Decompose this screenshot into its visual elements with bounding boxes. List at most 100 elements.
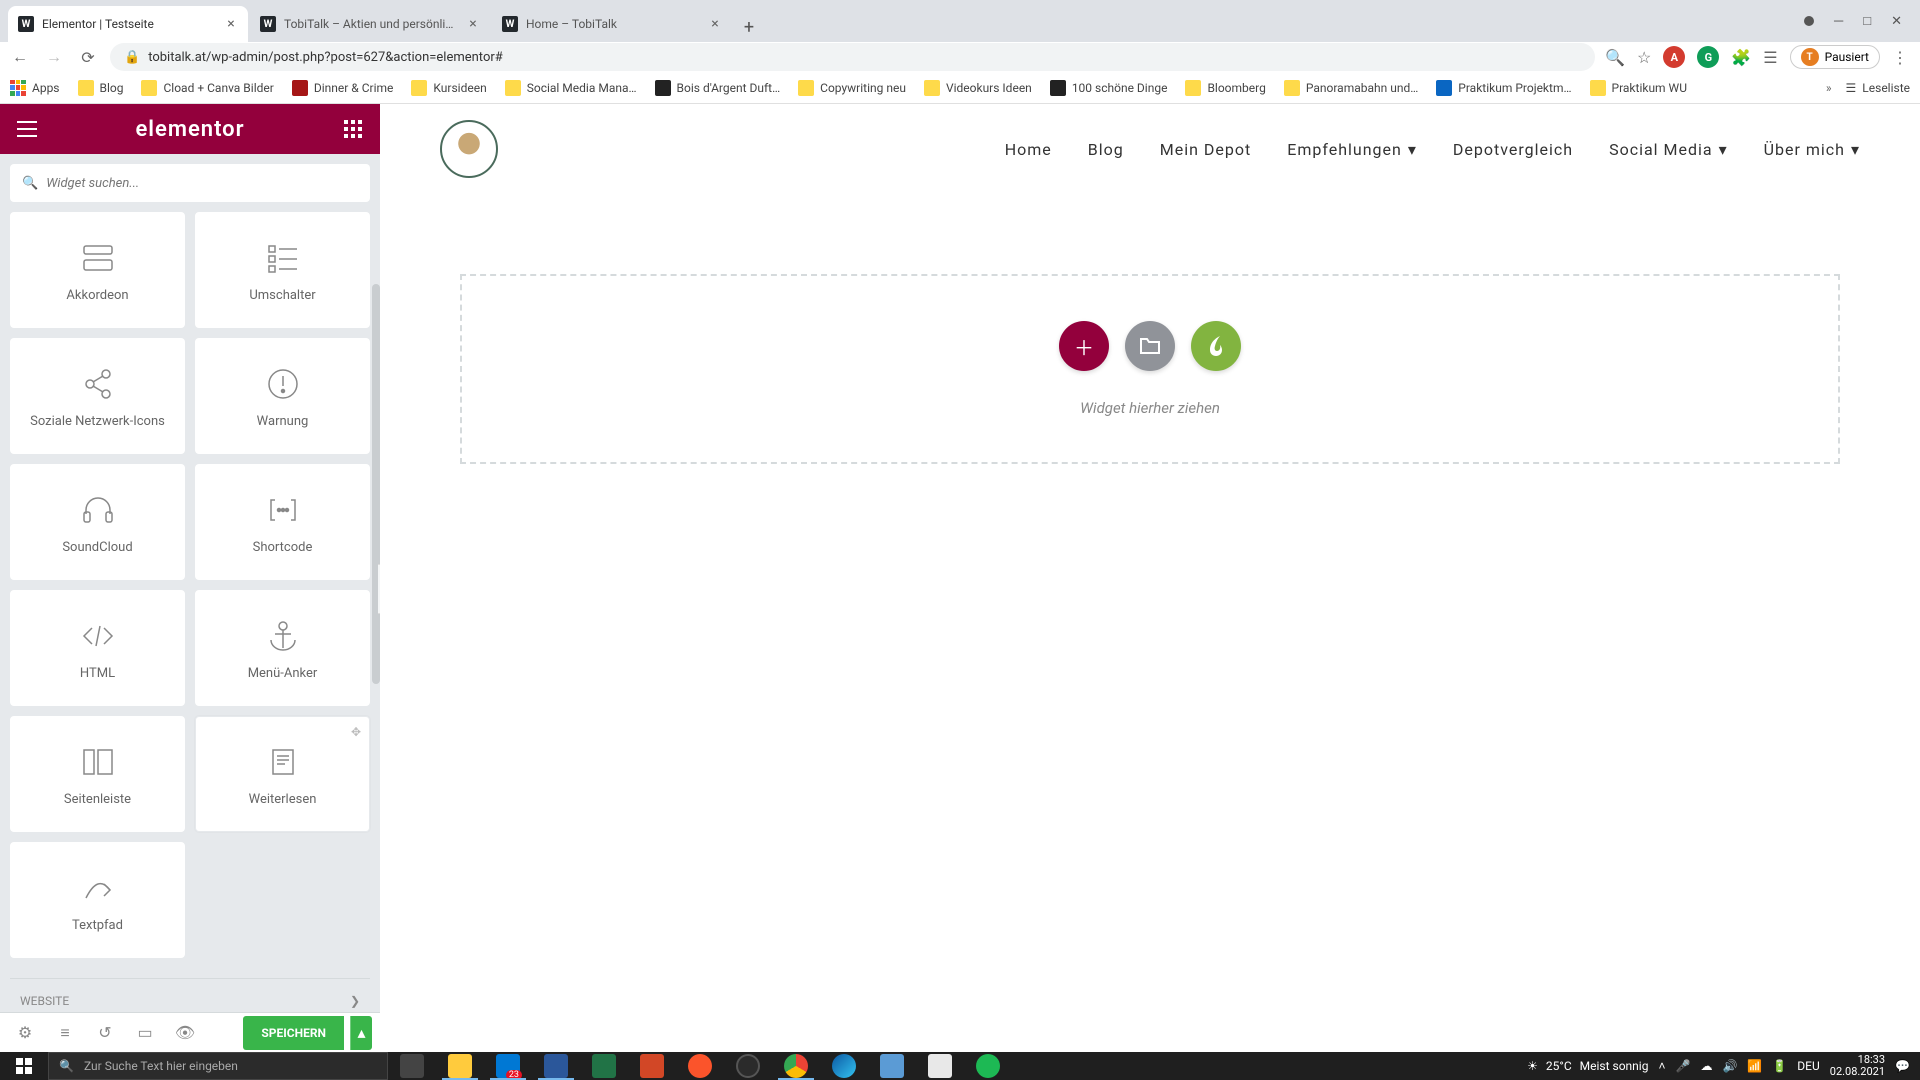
drop-zone[interactable]: ＋ Widget hierher ziehen [460,274,1840,464]
bookmark-item[interactable]: Bloomberg [1185,80,1265,96]
category-website[interactable]: WEBSITE ❯ [10,978,370,1012]
bookmark-item[interactable]: Dinner & Crime [292,80,394,96]
apps-button[interactable]: Apps [10,80,60,96]
bookmark-item[interactable]: 100 schöne Dinge [1050,80,1168,96]
chrome-icon[interactable] [772,1052,820,1080]
nav-depot[interactable]: Mein Depot [1160,140,1251,159]
excel-icon[interactable] [580,1052,628,1080]
save-options-button[interactable]: ▴ [350,1016,372,1050]
extension-grammarly-icon[interactable]: G [1697,46,1719,68]
extension-adblock-icon[interactable]: A [1663,46,1685,68]
widget-shortcode[interactable]: Shortcode [195,464,370,580]
widget-seitenleiste[interactable]: Seitenleiste [10,716,185,832]
envato-button[interactable] [1191,321,1241,371]
widget-menu-anker[interactable]: Menü-Anker [195,590,370,706]
bookmark-item[interactable]: Social Media Mana… [505,80,637,96]
browser-tab[interactable]: W TobiTalk – Aktien und persönlich… × [250,6,490,42]
close-icon[interactable]: × [224,17,238,31]
panel-scrollbar[interactable] [372,284,380,684]
zoom-icon[interactable]: 🔍 [1605,48,1625,67]
new-tab-button[interactable]: + [734,12,764,42]
extensions-icon[interactable]: 🧩 [1731,48,1751,67]
widget-warnung[interactable]: Warnung [195,338,370,454]
widget-soundcloud[interactable]: SoundCloud [10,464,185,580]
obs-icon[interactable] [724,1052,772,1080]
notes-icon[interactable] [868,1052,916,1080]
volume-icon[interactable]: 🔊 [1722,1059,1737,1073]
task-view-icon[interactable] [388,1052,436,1080]
minimize-icon[interactable]: ─ [1834,13,1843,29]
widgets-grid-icon[interactable] [340,116,366,142]
nav-uebermich[interactable]: Über mich▾ [1764,140,1860,159]
browser-tab[interactable]: W Home – TobiTalk × [492,6,732,42]
taskbar-search[interactable]: 🔍 Zur Suche Text hier eingeben [48,1052,388,1080]
mic-icon[interactable]: 🎤 [1675,1059,1690,1073]
bookmark-item[interactable]: Bois d'Argent Duft… [655,80,781,96]
close-icon[interactable]: × [708,17,722,31]
reading-list-button[interactable]: ☰Leseliste [1846,81,1910,95]
add-section-button[interactable]: ＋ [1059,321,1109,371]
bookmark-item[interactable]: Panoramabahn und… [1284,80,1418,96]
address-bar[interactable]: 🔒 tobitalk.at/wp-admin/post.php?post=627… [110,43,1595,71]
close-icon[interactable]: × [466,17,480,31]
reading-list-icon[interactable]: ☰ [1763,48,1777,67]
preview-icon[interactable]: 👁 [168,1016,202,1050]
menu-icon[interactable]: ⋮ [1892,48,1908,67]
hamburger-icon[interactable] [14,116,40,142]
nav-depotvergleich[interactable]: Depotvergleich [1453,140,1573,159]
account-dot-icon[interactable] [1804,16,1814,26]
widget-weiterlesen[interactable]: ✥ Weiterlesen [195,716,370,832]
language-indicator[interactable]: DEU [1797,1059,1819,1073]
clock[interactable]: 18:33 02.08.2021 [1830,1054,1885,1078]
start-button[interactable] [0,1052,48,1080]
nav-blog[interactable]: Blog [1088,140,1124,159]
widget-search[interactable]: 🔍 [10,164,370,202]
bookmark-item[interactable]: Copywriting neu [798,80,906,96]
browser-tab-active[interactable]: W Elementor | Testseite × [8,6,248,42]
bookmark-item[interactable]: Blog [78,80,124,96]
history-icon[interactable]: ↺ [88,1016,122,1050]
profile-paused[interactable]: T Pausiert [1790,45,1880,69]
battery-icon[interactable]: 🔋 [1772,1059,1787,1073]
file-explorer-icon[interactable] [436,1052,484,1080]
bookmarks-overflow-icon[interactable]: » [1826,81,1832,95]
widget-umschalter[interactable]: Umschalter [195,212,370,328]
notifications-icon[interactable]: 💬 [1895,1059,1910,1073]
add-template-button[interactable] [1125,321,1175,371]
bookmark-item[interactable]: Praktikum WU [1590,80,1687,96]
bookmark-star-icon[interactable]: ☆ [1637,48,1651,67]
nav-social[interactable]: Social Media▾ [1609,140,1728,159]
widgets-scroll[interactable]: Akkordeon Umschalter Soziale Netzwerk-Ic… [0,212,380,1012]
mail-icon[interactable]: 23 [484,1052,532,1080]
widget-html[interactable]: HTML [10,590,185,706]
spotify-icon[interactable] [964,1052,1012,1080]
widget-akkordeon[interactable]: Akkordeon [10,212,185,328]
maximize-icon[interactable]: □ [1863,13,1871,29]
wifi-icon[interactable]: 📶 [1747,1059,1762,1073]
nav-empfehlungen[interactable]: Empfehlungen▾ [1287,140,1417,159]
forward-button[interactable]: → [42,45,66,69]
settings-icon[interactable]: ⚙ [8,1016,42,1050]
site-logo-avatar[interactable] [440,120,498,178]
reload-button[interactable]: ⟳ [76,45,100,69]
bookmark-item[interactable]: Praktikum Projektm… [1436,80,1571,96]
bookmark-item[interactable]: Cload + Canva Bilder [141,80,273,96]
word-icon[interactable] [532,1052,580,1080]
powerpoint-icon[interactable] [628,1052,676,1080]
bookmark-item[interactable]: Kursideen [411,80,486,96]
navigator-icon[interactable]: ≡ [48,1016,82,1050]
nav-home[interactable]: Home [1005,140,1052,159]
bookmark-item[interactable]: Videokurs Ideen [924,80,1032,96]
edge-icon[interactable] [820,1052,868,1080]
back-button[interactable]: ← [8,45,32,69]
brave-icon[interactable] [676,1052,724,1080]
responsive-icon[interactable]: ▭ [128,1016,162,1050]
widget-textpfad[interactable]: Textpfad [10,842,185,958]
notepad-icon[interactable] [916,1052,964,1080]
widget-social-icons[interactable]: Soziale Netzwerk-Icons [10,338,185,454]
weather-widget[interactable]: ☀ 25°C Meist sonnig [1527,1059,1648,1073]
close-window-icon[interactable]: ✕ [1891,14,1902,29]
onedrive-icon[interactable]: ☁ [1700,1059,1712,1073]
tray-chevron-icon[interactable]: ˄ [1658,1059,1665,1073]
save-button[interactable]: SPEICHERN [243,1016,344,1050]
